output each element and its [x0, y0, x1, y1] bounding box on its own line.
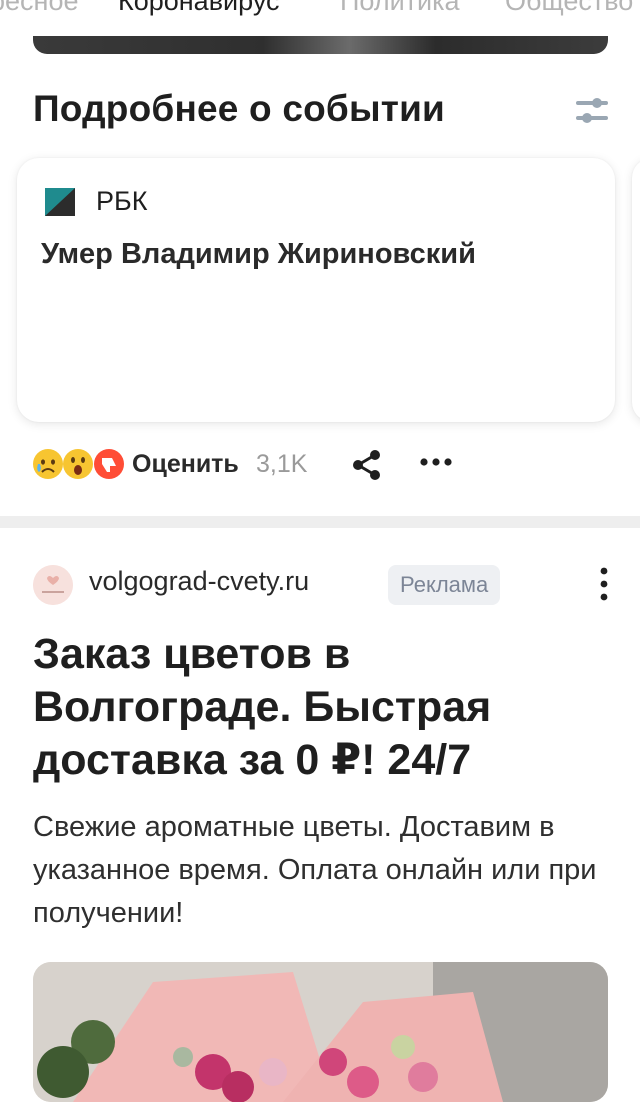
sad-emoji-icon[interactable]: [32, 448, 64, 480]
ad-badge: Реклама: [388, 565, 501, 605]
rate-button[interactable]: Оценить: [132, 450, 239, 479]
reaction-count: 3,1K: [256, 450, 308, 478]
tab-society[interactable]: Общество: [505, 0, 633, 17]
share-icon[interactable]: [350, 448, 384, 482]
ad-description: Свежие ароматные цветы. Доставим в указа…: [33, 811, 597, 929]
section-heading: Подробнее о событии: [33, 88, 445, 129]
story-image[interactable]: [33, 36, 608, 54]
advertiser-logo[interactable]: [33, 565, 73, 605]
source-name: РБК: [96, 186, 148, 216]
tab-interesting[interactable]: ресное: [0, 0, 78, 17]
dislike-icon[interactable]: [93, 448, 125, 480]
section-divider: [0, 516, 640, 528]
flowers-photo: [33, 962, 608, 1102]
more-options-icon[interactable]: [418, 452, 454, 472]
ad-title[interactable]: Заказ цветов в Волгограде. Быстрая доста…: [33, 628, 613, 787]
ad-image-flowers[interactable]: [33, 962, 608, 1102]
news-card[interactable]: РБК Умер Владимир Жириновский: [17, 158, 615, 422]
surprised-emoji-icon[interactable]: [62, 448, 94, 480]
reactions-row: Оценить 3,1K: [32, 444, 632, 484]
rbk-logo-icon: [45, 188, 75, 216]
next-news-card[interactable]: [632, 158, 640, 422]
news-title: Умер Владимир Жириновский: [41, 238, 476, 270]
ad-menu-icon[interactable]: [594, 566, 614, 602]
filter-settings-icon[interactable]: [570, 94, 614, 128]
category-tabs: ресное Коронавирус Политика Общество: [0, 0, 640, 26]
tab-coronavirus[interactable]: Коронавирус: [118, 0, 280, 17]
tab-politics[interactable]: Политика: [340, 0, 460, 17]
advertiser-domain[interactable]: volgograd-cvety.ru: [89, 566, 309, 597]
